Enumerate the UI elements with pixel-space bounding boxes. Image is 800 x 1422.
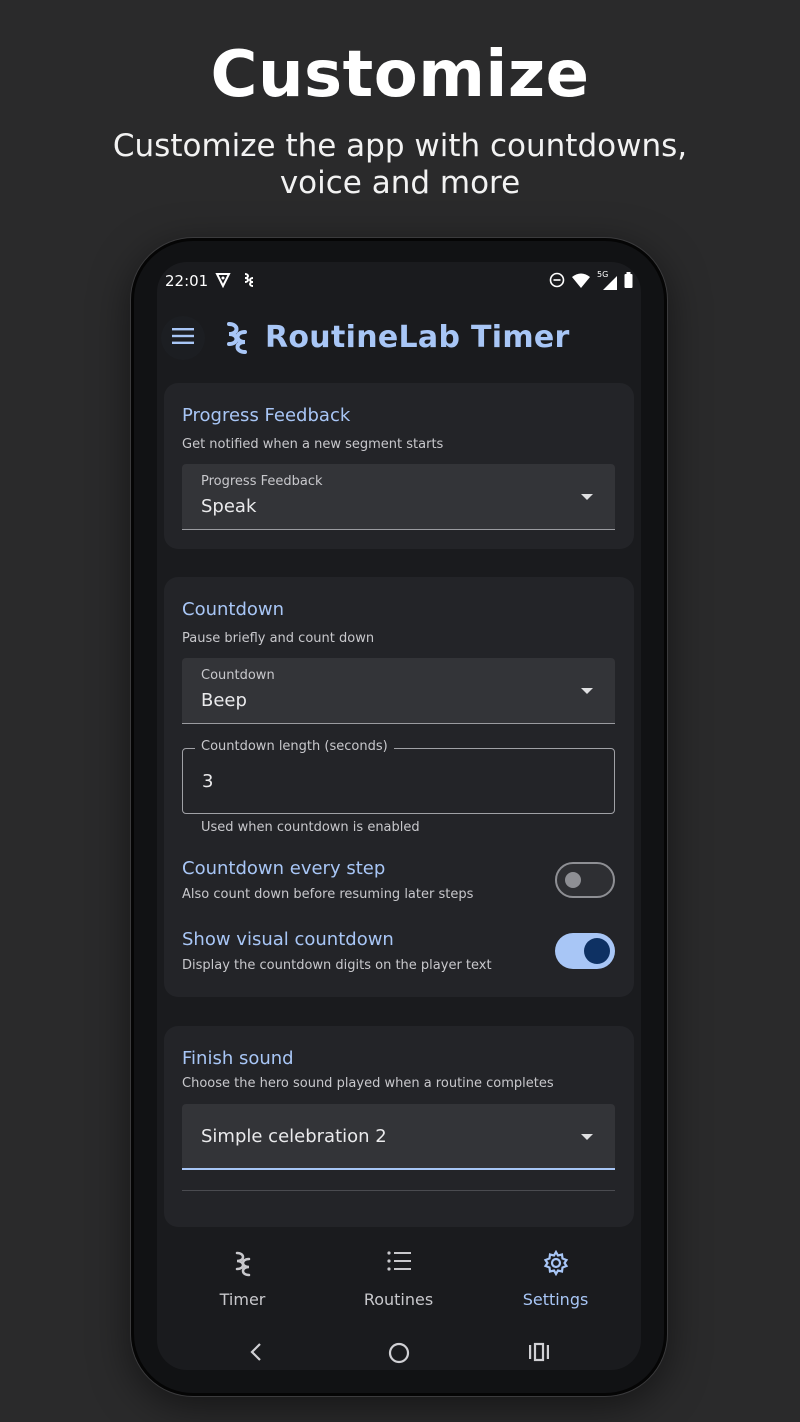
- promo-headline: Customize: [210, 38, 590, 112]
- app-icon: [241, 272, 257, 292]
- dnd-icon: [549, 272, 565, 292]
- select-value: Simple celebration 2: [201, 1126, 387, 1147]
- recents-icon[interactable]: [528, 1342, 550, 1366]
- battery-icon: [624, 272, 633, 292]
- select-label: Countdown: [201, 668, 275, 683]
- countdown-length-field[interactable]: Countdown length (seconds) 3: [182, 739, 615, 814]
- nav-item-routines[interactable]: Routines: [318, 1238, 479, 1318]
- card-title: Countdown: [182, 599, 285, 620]
- finish-sound-select[interactable]: Simple celebration 2: [182, 1104, 615, 1170]
- gear-icon: [475, 1250, 636, 1276]
- card-subtitle: Choose the hero sound played when a rout…: [182, 1076, 554, 1091]
- show-visual-countdown-title: Show visual countdown: [182, 929, 394, 950]
- promo-subline-line-2: voice and more: [279, 165, 521, 201]
- promo-subline-line-1: Customize the app with countdowns,: [112, 128, 688, 164]
- timer-logo-icon: [162, 1250, 323, 1278]
- card-title: Progress Feedback: [182, 405, 351, 426]
- back-icon[interactable]: [249, 1342, 263, 1366]
- system-navigation-bar: [157, 1332, 641, 1370]
- dropdown-arrow-icon: [581, 688, 593, 694]
- toggle-knob: [565, 872, 581, 888]
- toggle-knob: [584, 938, 610, 964]
- countdown-every-step-toggle[interactable]: [555, 862, 615, 898]
- select-label: Progress Feedback: [201, 474, 323, 489]
- show-visual-countdown-toggle[interactable]: [555, 933, 615, 969]
- countdown-every-step-title: Countdown every step: [182, 858, 386, 879]
- field-helper-text: Used when countdown is enabled: [201, 820, 420, 835]
- dropdown-arrow-icon: [581, 1134, 593, 1140]
- countdown-every-step-subtitle: Also count down before resuming later st…: [182, 887, 474, 902]
- select-value: Speak: [201, 496, 257, 517]
- wifi-icon: [572, 273, 590, 292]
- card-subtitle: Get notified when a new segment starts: [182, 437, 444, 452]
- menu-button[interactable]: [161, 316, 205, 360]
- divider: [182, 1190, 615, 1191]
- list-icon: [318, 1250, 479, 1272]
- home-icon[interactable]: [388, 1342, 410, 1368]
- phone-screen: 22:01 5G RoutineLab Timer Progress Feedb…: [157, 262, 641, 1370]
- nav-label: Routines: [363, 1290, 434, 1309]
- progress-feedback-card: Progress Feedback Get notified when a ne…: [164, 383, 634, 549]
- dropdown-arrow-icon: [581, 494, 593, 500]
- status-bar: 22:01 5G: [157, 262, 641, 302]
- card-subtitle: Pause briefly and count down: [182, 631, 375, 646]
- nav-label: Timer: [219, 1290, 266, 1309]
- show-visual-countdown-subtitle: Display the countdown digits on the play…: [182, 958, 492, 973]
- nav-label: Settings: [522, 1290, 589, 1309]
- countdown-card: Countdown Pause briefly and count down C…: [164, 577, 634, 997]
- nav-item-settings[interactable]: Settings: [475, 1238, 636, 1318]
- 5g-signal-icon: 5G: [597, 270, 617, 290]
- app-logo-icon: [221, 320, 253, 360]
- finish-sound-card: Finish sound Choose the hero sound playe…: [164, 1026, 634, 1227]
- select-value: Beep: [201, 690, 247, 711]
- field-value: 3: [202, 771, 214, 792]
- countdown-select[interactable]: Countdown Beep: [182, 658, 615, 724]
- nav-item-timer[interactable]: Timer: [162, 1238, 323, 1318]
- bottom-navigation: Timer Routines Settings: [157, 1238, 641, 1318]
- promo-subline: Customize the app with countdowns, voice…: [0, 128, 800, 202]
- progress-feedback-select[interactable]: Progress Feedback Speak: [182, 464, 615, 530]
- status-time: 22:01: [165, 272, 209, 290]
- card-title: Finish sound: [182, 1048, 294, 1069]
- hamburger-menu-icon: [172, 328, 194, 348]
- field-label: Countdown length (seconds): [195, 739, 394, 754]
- app-title: RoutineLab Timer: [265, 320, 570, 355]
- shield-icon: [215, 272, 231, 292]
